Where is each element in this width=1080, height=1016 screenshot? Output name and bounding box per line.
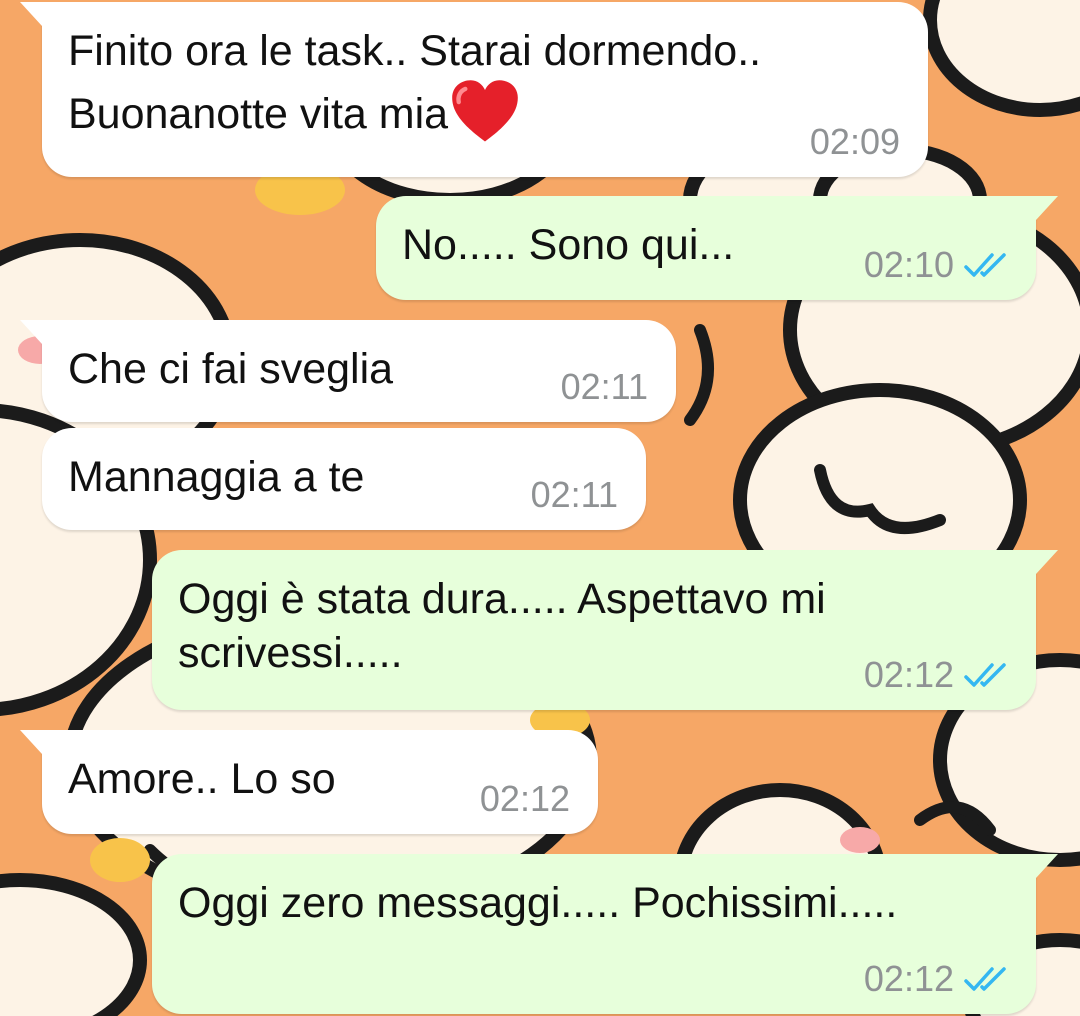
message-text-line: scrivessi.....: [178, 629, 403, 677]
outgoing-message[interactable]: No..... Sono qui... 02:10: [376, 196, 1058, 300]
message-meta: 02:10: [864, 244, 1008, 286]
message-text: Che ci fai sveglia: [68, 345, 394, 393]
message-text: No..... Sono qui...: [402, 221, 735, 269]
incoming-message[interactable]: Mannaggia a te 02:11: [42, 428, 646, 530]
message-time: 02:12: [479, 778, 570, 819]
read-receipt-icon: [964, 253, 1006, 277]
message-time: 02:12: [863, 654, 954, 695]
incoming-message[interactable]: Che ci fai sveglia 02:11: [20, 320, 676, 422]
incoming-message[interactable]: Amore.. Lo so 02:12: [20, 730, 598, 834]
message-text-line: Finito ora le task.. Starai dormendo..: [68, 27, 762, 75]
message-text: Mannaggia a te: [68, 453, 365, 501]
message-meta: 02:11: [561, 366, 648, 408]
red-heart-icon: [452, 80, 518, 142]
message-meta: 02:11: [531, 474, 618, 516]
message-text-line: Oggi è stata dura..... Aspettavo mi: [178, 575, 826, 623]
message-text: Oggi zero messaggi..... Pochissimi.....: [178, 879, 898, 927]
message-meta: 02:12: [864, 654, 1008, 696]
message-time: 02:09: [809, 121, 900, 162]
read-receipt-icon: [964, 663, 1006, 687]
incoming-message[interactable]: Finito ora le task.. Starai dormendo.. Bu…: [20, 2, 928, 177]
message-meta: 02:12: [480, 778, 570, 820]
outgoing-message[interactable]: Oggi zero messaggi..... Pochissimi..... …: [152, 854, 1058, 1014]
message-text-line: Buonanotte vita mia: [68, 90, 449, 138]
message-meta: 02:09: [810, 121, 900, 163]
outgoing-message[interactable]: Oggi è stata dura..... Aspettavo mi scriv…: [152, 550, 1058, 710]
message-text: Finito ora le task.. Starai dormendo.. Bu…: [68, 24, 761, 148]
message-meta: 02:12: [864, 958, 1008, 1000]
message-text: Amore.. Lo so: [68, 755, 336, 803]
message-time: 02:10: [863, 244, 954, 285]
message-time: 02:11: [560, 366, 648, 407]
message-time: 02:12: [863, 958, 954, 999]
read-receipt-icon: [964, 967, 1006, 991]
message-text: Oggi è stata dura..... Aspettavo mi scriv…: [178, 572, 826, 680]
message-time: 02:11: [530, 474, 618, 515]
